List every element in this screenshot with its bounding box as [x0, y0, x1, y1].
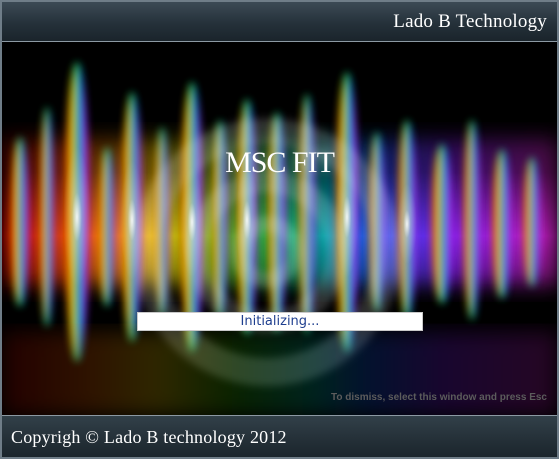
app-title: MSC FIT [225, 146, 335, 179]
footer-bar: Copyrigh © Lado B technology 2012 [2, 415, 557, 457]
copyright-text: Copyrigh © Lado B technology 2012 [11, 427, 287, 447]
spectrum-artwork: MSC FIT Initializing... To dismiss, sele… [2, 42, 557, 415]
dismiss-hint: To dismiss, select this window and press… [331, 392, 547, 403]
status-message: Initializing... [137, 312, 423, 331]
spectrum-background-image [2, 62, 557, 415]
splash-window[interactable]: Lado B Technology MSC FIT Initializing..… [0, 0, 559, 459]
company-name: Lado B Technology [393, 11, 547, 32]
header-bar: Lado B Technology [2, 2, 557, 42]
